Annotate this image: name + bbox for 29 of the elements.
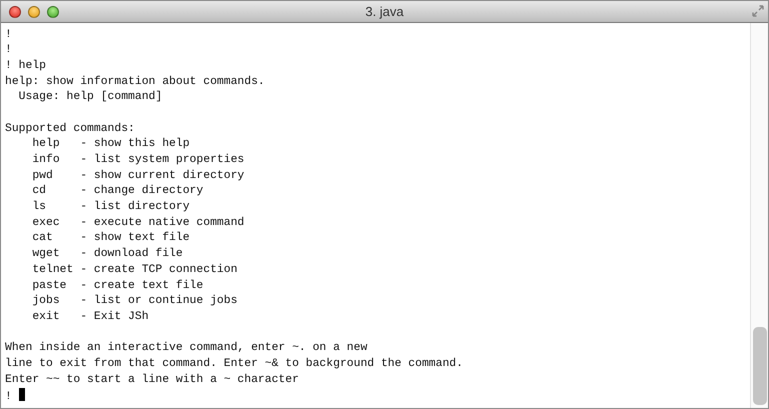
terminal-line: ! bbox=[5, 28, 12, 40]
terminal-line: exec - execute native command bbox=[31, 216, 244, 229]
terminal-line: paste - create text file bbox=[31, 280, 204, 292]
terminal-line: ! bbox=[5, 44, 12, 56]
terminal-line: Usage: help [command] bbox=[18, 91, 162, 104]
terminal-line: help: show information about commands. bbox=[5, 76, 265, 88]
terminal-line: ! help bbox=[5, 60, 46, 72]
terminal-line: pwd - show current directory bbox=[31, 170, 244, 182]
terminal-line: ls - list directory bbox=[31, 201, 190, 214]
terminal-line: line to exit from that command. Enter ~& to background the command. bbox=[5, 358, 463, 370]
diagonal-arrows-icon[interactable] bbox=[752, 5, 764, 17]
terminal-line: When inside an interactive command, enter ~. on a new bbox=[5, 342, 368, 354]
terminal-line: jobs - list or continue jobs bbox=[31, 295, 238, 308]
terminal-line: cat - show text file bbox=[31, 232, 190, 244]
text-cursor bbox=[18, 388, 25, 402]
scrollbar-thumb[interactable] bbox=[753, 327, 767, 405]
window-title: 3. java bbox=[365, 4, 404, 19]
close-button[interactable] bbox=[9, 6, 21, 18]
terminal-line: Supported commands: bbox=[5, 122, 135, 135]
zoom-button[interactable] bbox=[47, 6, 59, 18]
minimize-button[interactable] bbox=[28, 6, 40, 18]
terminal-line: cd - change directory bbox=[31, 185, 204, 198]
terminal-line: Enter ~~ to start a line with a ~ character bbox=[5, 374, 299, 386]
terminal-line: help - show this help bbox=[31, 138, 190, 150]
terminal-line: exit - Exit JSh bbox=[31, 310, 149, 323]
prompt-line: ! bbox=[5, 391, 12, 404]
terminal-line: info - list system properties bbox=[31, 154, 244, 166]
terminal-line: wget - download file bbox=[31, 248, 183, 260]
terminal-line: telnet - create TCP connection bbox=[31, 264, 238, 276]
